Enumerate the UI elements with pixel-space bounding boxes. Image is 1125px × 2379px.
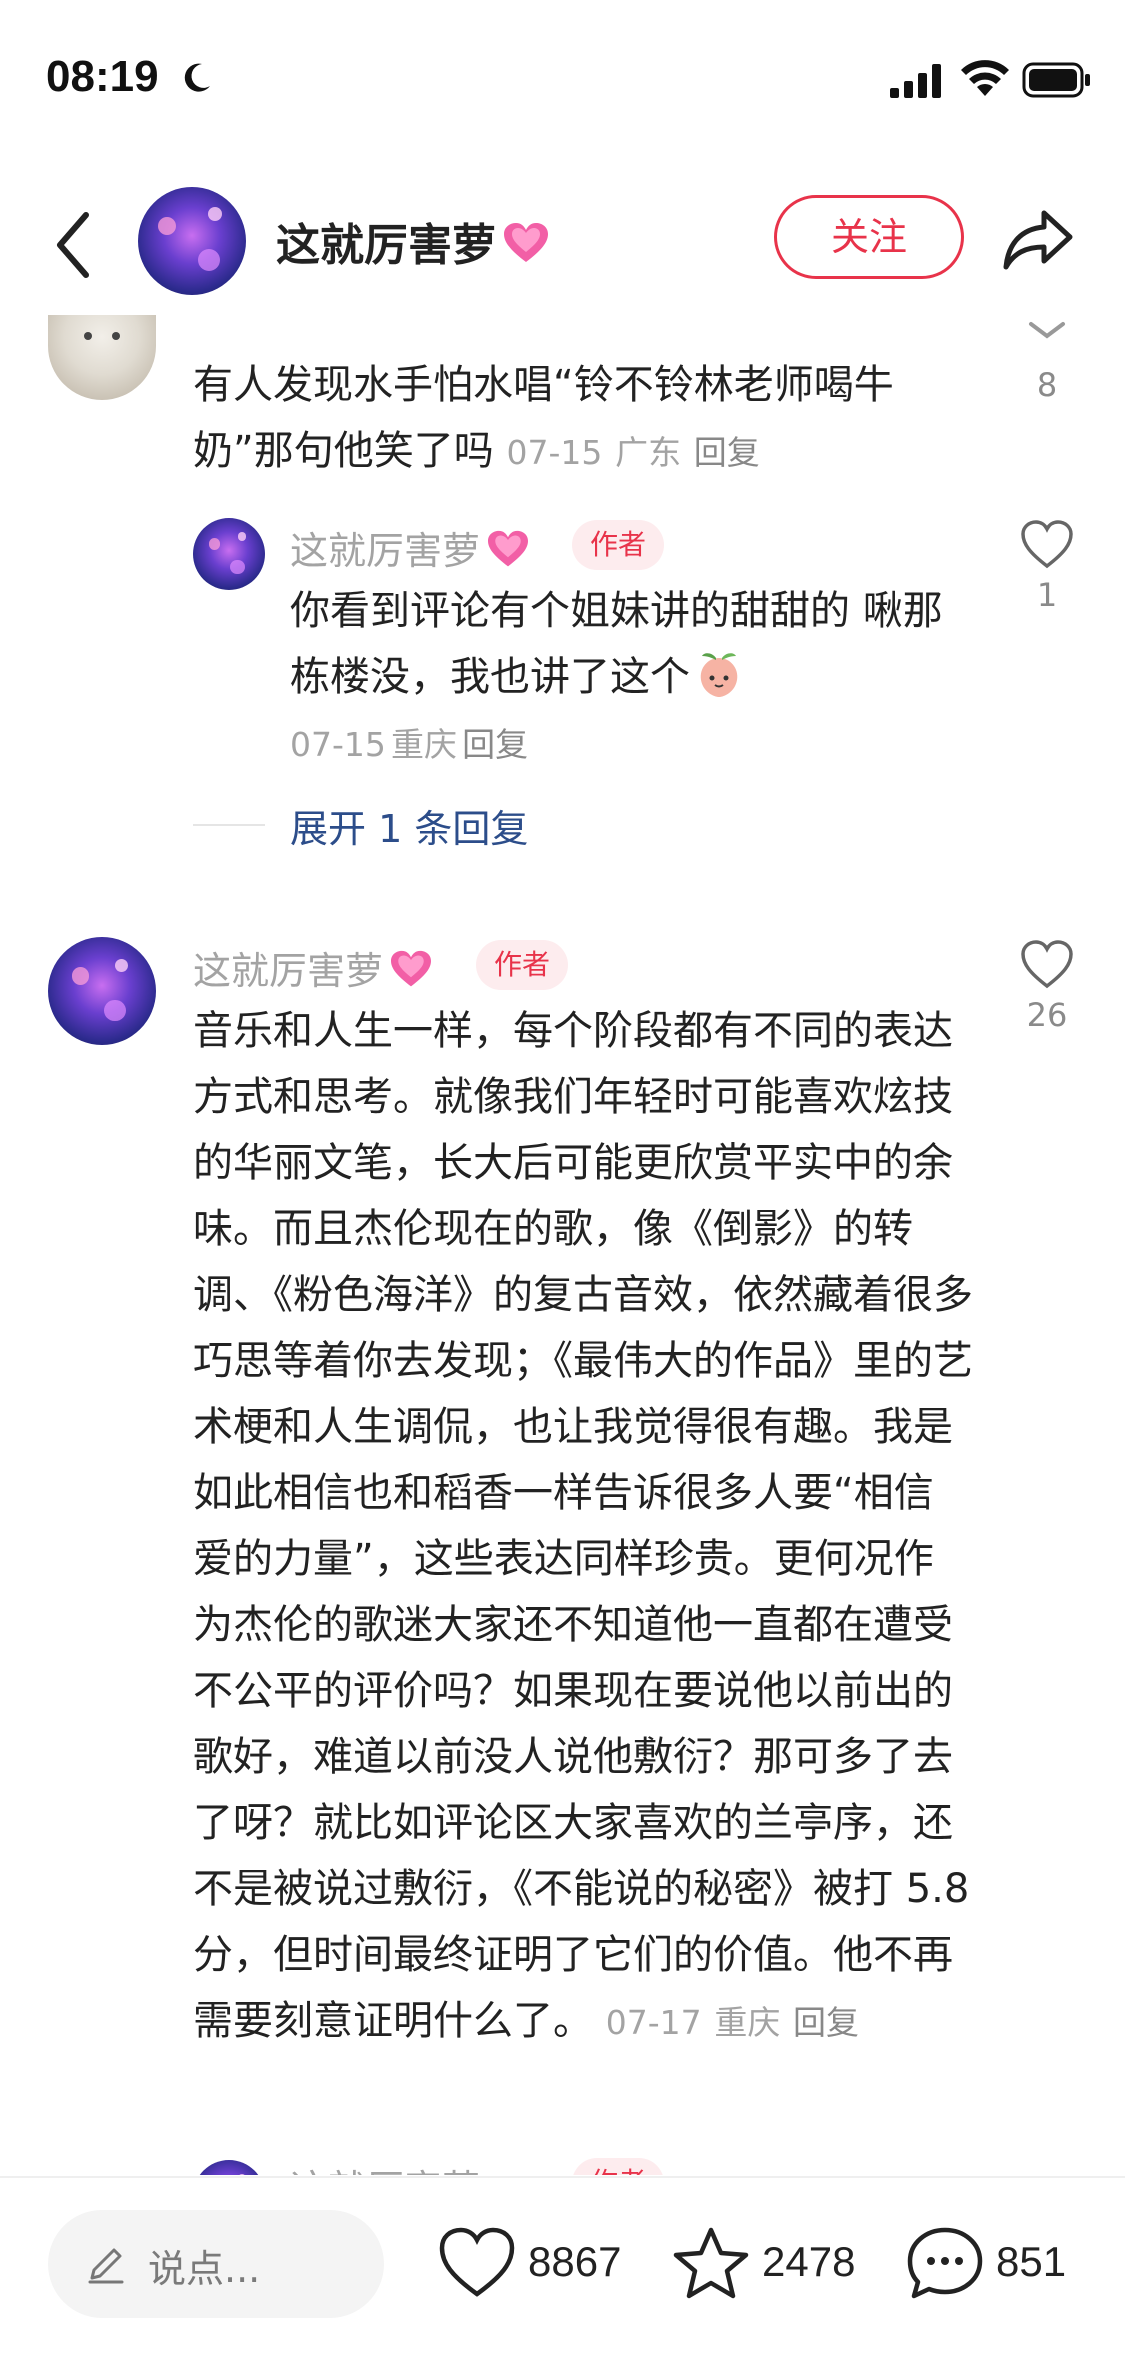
comment-input[interactable]: 说点... [48,2210,384,2318]
reply-avatar[interactable] [193,518,265,590]
peach-emoji-icon [700,653,738,697]
author-badge: 作者 [572,520,665,570]
cellular-signal-icon [890,64,941,98]
follow-button[interactable]: 关注 [774,195,964,279]
post-like-count: 8867 [528,2238,622,2285]
share-icon[interactable] [1000,201,1076,277]
status-bar: 08:19 [0,0,1125,160]
heart-outline-icon [1021,520,1073,569]
post-favorite-count: 2478 [762,2238,856,2285]
back-arrow-icon[interactable] [48,205,98,285]
heart-outline-icon [439,2227,515,2297]
sparkling-heart-icon [391,950,432,987]
comment-body: 有人发现水手怕水唱“铃不铃林老师喝牛奶”那句他笑了吗 07-15 广东 回复 [193,362,894,474]
sparkling-heart-icon [504,223,548,262]
comment-post-button[interactable]: 851 [906,2218,1106,2308]
main-comment-avatar[interactable] [48,937,156,1045]
collapse-chevron-icon[interactable] [1027,320,1067,340]
like-count[interactable]: 8 [1007,360,1087,404]
reply-link[interactable]: 回复 [462,725,528,764]
pencil-icon [88,2248,124,2284]
nav-bar: 这就厉害萝 关注 [0,175,1125,315]
reply-link[interactable]: 回复 [793,2003,859,2042]
comment-input-placeholder: 说点... [148,2247,261,2291]
favorite-post-button[interactable]: 2478 [672,2218,872,2308]
reply-location: 重庆 [390,725,457,764]
reply-meta: 07-15 重庆 回复 [290,718,528,766]
status-time: 08:19 [46,52,159,101]
comment-date: 07-15 [506,433,603,472]
main-comment-date: 07-17 [605,2003,702,2042]
heart-outline-icon [1021,940,1073,989]
author-avatar[interactable] [138,187,246,295]
main-comment-body: 音乐和人生一样，每个阶段都有不同的表达方式和思考。就像我们年轻时可能喜欢炫技的华… [193,1008,973,2044]
reply-username[interactable]: 这就厉害萝 [290,520,530,575]
post-comment-count: 851 [996,2238,1067,2285]
reply-link[interactable]: 回复 [694,433,760,472]
sparkling-heart-icon [488,530,529,567]
author-name-text: 这就厉害萝 [276,220,496,271]
next-reply-avatar[interactable] [193,2160,265,2175]
star-outline-icon [673,2227,749,2299]
commenter-avatar[interactable] [48,310,156,400]
author-name[interactable]: 这就厉害萝 [276,209,550,273]
comment-location: 广东 [615,433,682,472]
expand-replies-link[interactable]: 展开 1 条回复 [290,798,528,853]
expand-divider [193,824,265,826]
comments-list: momo 有人发现水手怕水唱“铃不铃林老师喝牛奶”那句他笑了吗 07-15 广东… [0,300,1125,2175]
author-badge: 作者 [572,2158,665,2175]
bottom-action-bar: 说点... 8867 2478 851 [0,2176,1125,2379]
battery-icon [1022,62,1090,98]
like-post-button[interactable]: 8867 [438,2218,638,2308]
reply-body: 你看到评论有个姐妹讲的甜甜的 啾那栋楼没，我也讲了这个 [290,588,943,700]
main-comment-username[interactable]: 这就厉害萝 [193,940,433,995]
like-button[interactable]: 26 [1007,940,1087,1034]
author-badge: 作者 [476,940,569,990]
next-reply-username[interactable]: 这就厉害萝 [290,2158,480,2175]
wifi-icon [961,60,1009,96]
moon-icon [184,63,210,92]
main-comment-location: 重庆 [714,2003,781,2042]
like-button[interactable]: 1 [1007,520,1087,614]
reply-date: 07-15 [290,725,386,764]
comment-bubble-icon [907,2227,983,2299]
